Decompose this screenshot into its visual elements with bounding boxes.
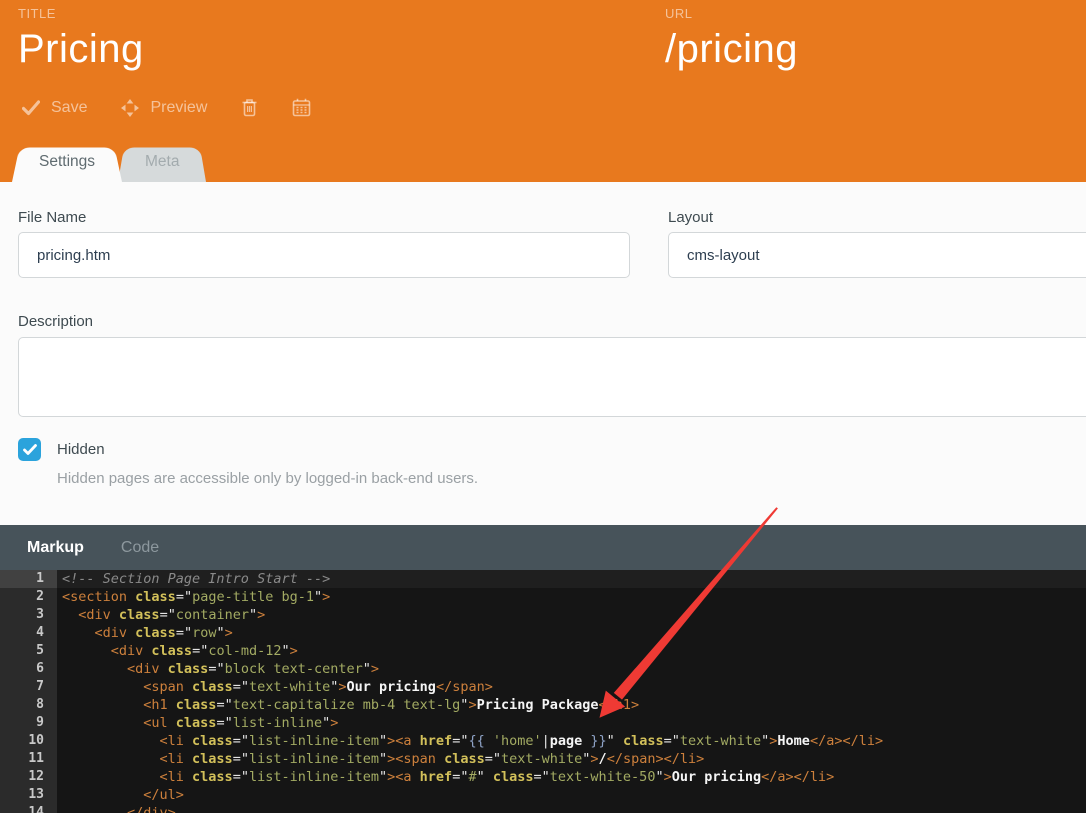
line-number: 3 — [0, 606, 57, 624]
tab-code[interactable]: Code — [121, 539, 159, 557]
preview-icon — [121, 98, 140, 117]
page-url[interactable]: /pricing — [665, 27, 798, 71]
line-number: 7 — [0, 678, 57, 696]
code-line-text: </div> — [62, 805, 176, 813]
code-line-text: <li class="list-inline-item"><a href="#"… — [62, 769, 835, 785]
save-button[interactable]: Save — [22, 99, 87, 117]
page-header: TITLE Pricing URL /pricing Save Preview — [0, 0, 1086, 182]
code-line-text: <!-- Section Page Intro Start --> — [62, 571, 331, 587]
page-title[interactable]: Pricing — [18, 27, 144, 71]
code-line-11[interactable]: 11 <li class="list-inline-item"><span cl… — [0, 750, 1086, 768]
line-number: 10 — [0, 732, 57, 750]
line-number: 12 — [0, 768, 57, 786]
url-field: URL /pricing — [665, 6, 798, 71]
line-number: 4 — [0, 624, 57, 642]
code-line-12[interactable]: 12 <li class="list-inline-item"><a href=… — [0, 768, 1086, 786]
line-number: 8 — [0, 696, 57, 714]
code-line-3[interactable]: 3 <div class="container"> — [0, 606, 1086, 624]
code-line-text: <ul class="list-inline"> — [62, 715, 339, 731]
title-field: TITLE Pricing — [18, 6, 144, 71]
code-line-text: <div class="block text-center"> — [62, 661, 380, 677]
save-button-label: Save — [51, 98, 88, 116]
code-line-4[interactable]: 4 <div class="row"> — [0, 624, 1086, 642]
description-textarea[interactable] — [18, 337, 1086, 417]
preview-button-label: Preview — [150, 98, 208, 116]
calendar-icon — [292, 98, 311, 117]
code-line-2[interactable]: 2 <section class="page-title bg-1"> — [0, 588, 1086, 606]
tab-markup[interactable]: Markup — [27, 539, 84, 557]
code-line-text: <li class="list-inline-item"><span class… — [62, 751, 705, 767]
code-line-1[interactable]: 1 <!-- Section Page Intro Start --> — [0, 570, 1086, 588]
code-area[interactable]: 1 <!-- Section Page Intro Start --> 2 <sect… — [0, 570, 1086, 813]
code-line-text: <section class="page-title bg-1"> — [62, 589, 331, 605]
hidden-label[interactable]: Hidden — [57, 441, 105, 458]
layout-label: Layout — [668, 209, 714, 226]
code-line-8[interactable]: 8 <h1 class="text-capitalize mb-4 text-l… — [0, 696, 1086, 714]
code-line-13[interactable]: 13 </ul> — [0, 786, 1086, 804]
code-line-9[interactable]: 9 <ul class="list-inline"> — [0, 714, 1086, 732]
hidden-checkbox[interactable] — [18, 438, 41, 461]
code-line-text: <h1 class="text-capitalize mb-4 text-lg"… — [62, 697, 640, 713]
code-line-text: <div class="row"> — [62, 625, 233, 641]
code-line-14[interactable]: 14 </div> — [0, 804, 1086, 813]
header-actions: Save Preview — [22, 98, 311, 117]
settings-panel: File Name Layout Description Hidden Hidd… — [0, 182, 1086, 525]
url-label: URL — [665, 6, 693, 21]
code-editor: Markup Code 1 <!-- Section Page Intro Sta… — [0, 525, 1086, 813]
line-number: 5 — [0, 642, 57, 660]
preview-button[interactable]: Preview — [121, 98, 208, 117]
file-name-input[interactable] — [18, 232, 630, 278]
line-number: 6 — [0, 660, 57, 678]
title-label: TITLE — [18, 6, 56, 21]
tab-settings[interactable]: Settings — [12, 142, 122, 182]
tab-settings-label: Settings — [39, 153, 96, 170]
code-line-5[interactable]: 5 <div class="col-md-12"> — [0, 642, 1086, 660]
line-number: 11 — [0, 750, 57, 768]
code-line-text: <span class="text-white">Our pricing</sp… — [62, 679, 493, 695]
code-line-6[interactable]: 6 <div class="block text-center"> — [0, 660, 1086, 678]
line-number: 14 — [0, 804, 57, 813]
code-line-10[interactable]: 10 <li class="list-inline-item"><a href=… — [0, 732, 1086, 750]
delete-button[interactable] — [241, 98, 258, 117]
layout-select[interactable] — [668, 232, 1086, 278]
calendar-button[interactable] — [292, 98, 311, 117]
code-line-text: </ul> — [62, 787, 184, 803]
code-line-7[interactable]: 7 <span class="text-white">Our pricing</… — [0, 678, 1086, 696]
trash-icon — [241, 98, 258, 117]
checkmark-icon — [22, 443, 37, 455]
editor-toolbar: Markup Code — [0, 525, 1086, 570]
form-tabs: Settings Meta — [12, 142, 206, 182]
line-number: 2 — [0, 588, 57, 606]
tab-meta-label: Meta — [145, 153, 180, 170]
line-number: 1 — [0, 570, 57, 588]
hidden-help-text: Hidden pages are accessible only by logg… — [57, 470, 479, 487]
file-name-label: File Name — [18, 209, 87, 226]
code-line-text: <div class="col-md-12"> — [62, 643, 298, 659]
line-number: 13 — [0, 786, 57, 804]
line-number: 9 — [0, 714, 57, 732]
check-icon — [22, 99, 40, 116]
tab-meta[interactable]: Meta — [118, 142, 206, 182]
description-label: Description — [18, 313, 94, 330]
code-line-text: <div class="container"> — [62, 607, 266, 623]
code-line-text: <li class="list-inline-item"><a href="{{… — [62, 733, 884, 749]
